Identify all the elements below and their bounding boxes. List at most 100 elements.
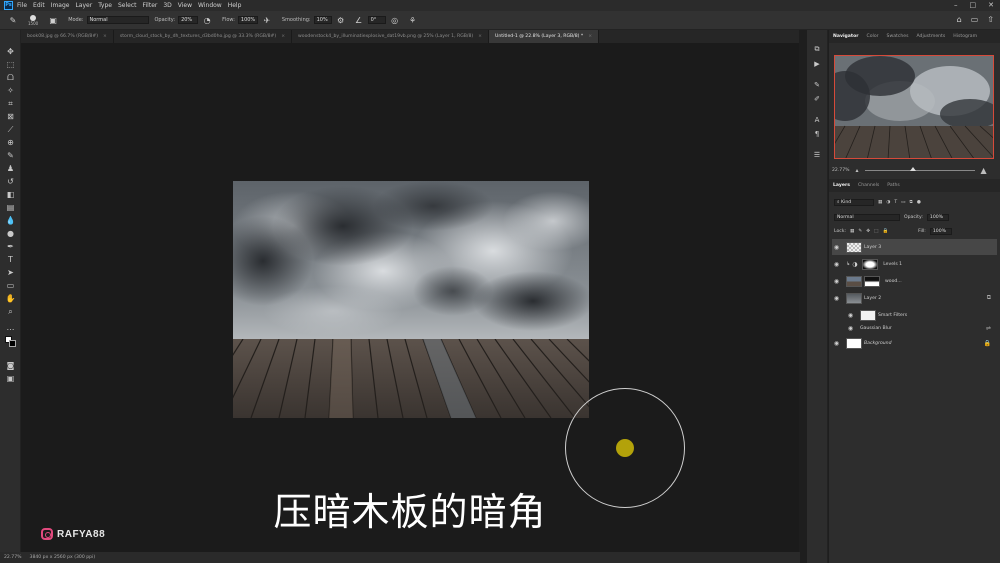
close-icon[interactable]: × (103, 30, 107, 43)
layer-mask-thumbnail[interactable] (864, 275, 880, 287)
frame-tool-icon[interactable]: ⊠ (5, 111, 16, 122)
navigator-zoom-slider[interactable] (864, 167, 975, 171)
blend-mode-select[interactable]: Normal (834, 213, 900, 221)
close-icon[interactable]: ✕ (988, 1, 994, 9)
home-icon[interactable]: ⌂ (957, 15, 962, 24)
path-select-icon[interactable]: ➤ (5, 267, 16, 278)
filter-smart-icon[interactable]: ⧉ (910, 199, 913, 205)
tab-color[interactable]: Color (863, 34, 883, 39)
visibility-eye-icon[interactable]: ◉ (846, 312, 855, 319)
tab-layers[interactable]: Layers (829, 183, 854, 188)
brush-settings-icon[interactable]: ▣ (48, 15, 58, 25)
layer-opacity-field[interactable]: 100% (926, 213, 949, 221)
history-brush-icon[interactable]: ↺ (5, 176, 16, 187)
tab-swatches[interactable]: Swatches (883, 34, 913, 39)
gradient-tool-icon[interactable]: ▤ (5, 202, 16, 213)
menu-filter[interactable]: Filter (143, 2, 158, 9)
actions-icon[interactable]: ▶ (812, 59, 822, 69)
close-icon[interactable]: × (588, 30, 592, 43)
symmetry-icon[interactable]: ⚘ (408, 15, 418, 25)
menu-view[interactable]: View (178, 2, 192, 9)
tab-navigator[interactable]: Navigator (829, 34, 863, 39)
layer-row-gaussian-blur[interactable]: ◉ Gaussian Blur ⇌ (832, 322, 997, 334)
tab-woodenstock[interactable]: woodenstock4_by_illuminatiexplosive_dat1… (292, 30, 490, 43)
visibility-eye-icon[interactable]: ◉ (832, 340, 841, 347)
layer-row-layer-3[interactable]: ◉ Layer 3 (832, 239, 997, 255)
flow-field[interactable]: 100% (237, 16, 258, 24)
visibility-eye-icon[interactable]: ◉ (832, 244, 841, 251)
character-icon[interactable]: A (812, 115, 822, 125)
crop-tool-icon[interactable]: ⌗ (5, 98, 16, 109)
zoom-in-icon[interactable]: ▲ (981, 166, 987, 175)
angle-icon[interactable]: ∠ (354, 15, 364, 25)
close-icon[interactable]: × (281, 30, 285, 43)
layer-mask-thumbnail[interactable] (862, 258, 879, 270)
canvas-area[interactable]: 压暗木板的暗角 RAFYA88 (21, 43, 799, 552)
filter-type-icon[interactable]: T (894, 200, 897, 205)
tab-untitled-1[interactable]: Untitled-1 @ 22.8% (Layer 3, RGB/8) * × (489, 30, 600, 43)
tab-paths[interactable]: Paths (883, 183, 904, 188)
lasso-tool-icon[interactable]: ᗝ (5, 72, 16, 83)
zoom-tool-icon[interactable]: ⌕ (5, 306, 16, 317)
brush-preset-picker[interactable]: 1500 (28, 14, 38, 26)
lock-all-icon[interactable]: 🔒 (882, 229, 888, 234)
layer-row-smart-filters[interactable]: ◉ Smart Filters (832, 307, 997, 323)
brush-tool-icon[interactable]: ✎ (8, 15, 18, 25)
properties-icon[interactable]: ☰ (812, 150, 822, 160)
menu-type[interactable]: Type (98, 2, 112, 9)
angle-field[interactable]: 0° (367, 16, 386, 24)
lock-artboard-icon[interactable]: ⬚ (874, 229, 878, 234)
minimize-icon[interactable]: – (954, 1, 958, 9)
document-canvas[interactable] (233, 181, 589, 418)
lock-move-icon[interactable]: ✥ (866, 229, 870, 234)
airbrush-icon[interactable]: ✈ (262, 15, 272, 25)
layer-row-layer-2[interactable]: ◉ Layer 2 ⧉ (832, 290, 997, 306)
layer-fill-field[interactable]: 100% (929, 227, 952, 235)
maximize-icon[interactable]: □ (970, 1, 977, 9)
tab-book08[interactable]: book08.jpg @ 66.7% (RGB/8#) × (21, 30, 114, 43)
more-tools-icon[interactable]: … (5, 322, 16, 333)
eyedropper-tool-icon[interactable]: ⟋ (5, 124, 16, 135)
marquee-tool-icon[interactable]: ⬚ (5, 59, 16, 70)
navigator-preview[interactable] (834, 55, 994, 159)
tab-channels[interactable]: Channels (854, 183, 883, 188)
filter-toggle-icon[interactable]: ● (917, 200, 921, 205)
menu-file[interactable]: File (17, 2, 27, 9)
workspace-icon[interactable]: ▭ (971, 15, 979, 24)
shape-tool-icon[interactable]: ▭ (5, 280, 16, 291)
type-tool-icon[interactable]: T (5, 254, 16, 265)
layer-row-levels-1[interactable]: ◉ ↳ ◑ Levels 1 (832, 256, 997, 272)
screen-mode-icon[interactable]: ▣ (5, 373, 16, 384)
menu-image[interactable]: Image (51, 2, 70, 9)
visibility-eye-icon[interactable]: ◉ (832, 261, 841, 268)
history-icon[interactable]: ⧉ (812, 44, 822, 54)
lock-paint-icon[interactable]: ✎ (858, 229, 862, 234)
smoothing-field[interactable]: 10% (313, 16, 332, 24)
layer-row-background[interactable]: ◉ Background 🔒 (832, 335, 997, 351)
filter-kind-select[interactable]: ⌕ Kind (834, 198, 874, 206)
brush-settings-panel-icon[interactable]: ✎ (812, 80, 822, 90)
healing-tool-icon[interactable]: ⊕ (5, 137, 16, 148)
tab-histogram[interactable]: Histogram (949, 34, 981, 39)
paragraph-icon[interactable]: ¶ (812, 129, 822, 139)
close-icon[interactable]: × (478, 30, 482, 43)
filter-shape-icon[interactable]: ▭ (901, 200, 905, 205)
pen-tool-icon[interactable]: ✒ (5, 241, 16, 252)
color-swatches-icon[interactable] (5, 336, 16, 347)
visibility-eye-icon[interactable]: ◉ (832, 295, 841, 302)
smoothing-options-icon[interactable]: ⚙ (336, 15, 346, 25)
mode-select[interactable]: Normal (86, 16, 149, 24)
visibility-eye-icon[interactable]: ◉ (846, 325, 855, 332)
stamp-tool-icon[interactable]: ♟ (5, 163, 16, 174)
menu-3d[interactable]: 3D (163, 2, 171, 9)
filter-options-icon[interactable]: ⇌ (986, 325, 991, 332)
eraser-tool-icon[interactable]: ◧ (5, 189, 16, 200)
layer-row-wood[interactable]: ◉ wood... (832, 273, 997, 289)
move-tool-icon[interactable]: ✥ (5, 46, 16, 57)
blur-tool-icon[interactable]: 💧 (5, 215, 16, 226)
quick-select-tool-icon[interactable]: ✧ (5, 85, 16, 96)
opacity-field[interactable]: 20% (178, 16, 199, 24)
pressure-opacity-icon[interactable]: ◔ (202, 15, 212, 25)
tab-adjustments[interactable]: Adjustments (912, 34, 949, 39)
menu-layer[interactable]: Layer (75, 2, 92, 9)
